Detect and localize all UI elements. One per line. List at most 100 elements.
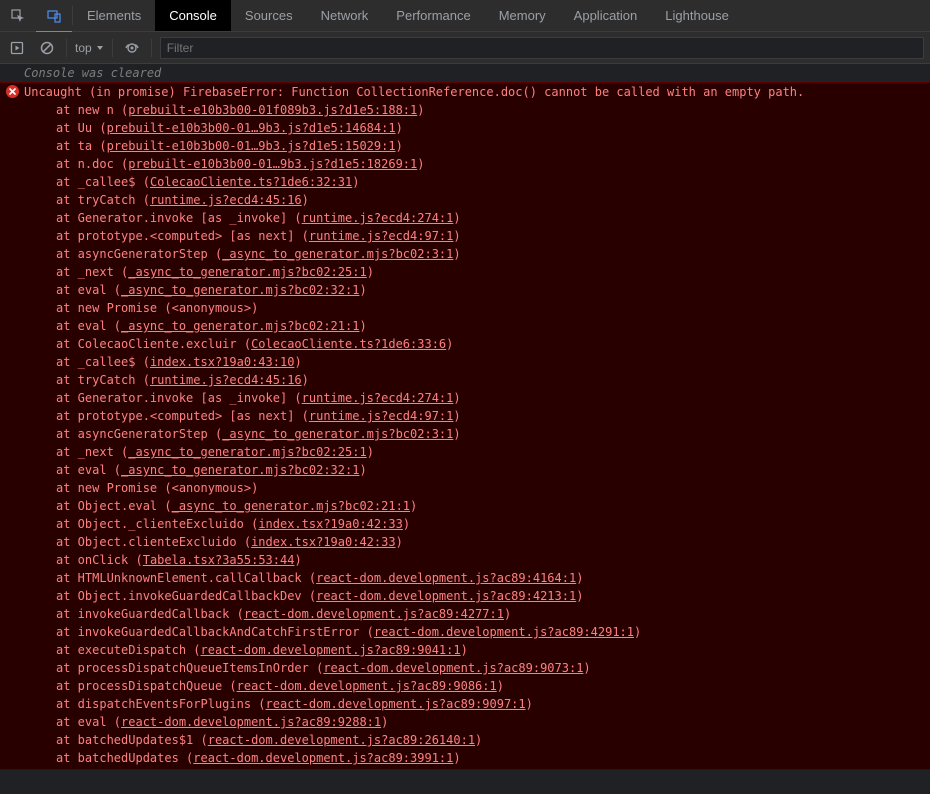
inspect-icon[interactable] xyxy=(0,0,36,31)
stack-location-link[interactable]: _async_to_generator.mjs?bc02:32:1 xyxy=(121,283,359,297)
stack-frame: at tryCatch (runtime.js?ecd4:45:16) xyxy=(24,371,922,389)
tab-application[interactable]: Application xyxy=(560,0,652,31)
tab-network[interactable]: Network xyxy=(307,0,383,31)
stack-frame: at Uu (prebuilt-e10b3b00-01…9b3.js?d1e5:… xyxy=(24,119,922,137)
stack-frame: at _callee$ (index.tsx?19a0:43:10) xyxy=(24,353,922,371)
devtools-tabbar: ElementsConsoleSourcesNetworkPerformance… xyxy=(0,0,930,32)
toolbar-divider xyxy=(66,39,67,57)
live-expression-icon[interactable] xyxy=(121,37,143,59)
stack-location-link[interactable]: index.tsx?19a0:42:33 xyxy=(258,517,403,531)
stack-location-link[interactable]: react-dom.development.js?ac89:9041:1 xyxy=(201,643,461,657)
tab-sources[interactable]: Sources xyxy=(231,0,307,31)
stack-frame: at processDispatchQueue (react-dom.devel… xyxy=(24,677,922,695)
stack-frame: at new Promise (<anonymous>) xyxy=(24,479,922,497)
run-icon[interactable] xyxy=(6,37,28,59)
stack-location-link[interactable]: _async_to_generator.mjs?bc02:3:1 xyxy=(222,427,453,441)
stack-frame: at _next (_async_to_generator.mjs?bc02:2… xyxy=(24,443,922,461)
stack-frame: at Object.eval (_async_to_generator.mjs?… xyxy=(24,497,922,515)
stack-location-link[interactable]: prebuilt-e10b3b00-01f089b3.js?d1e5:188:1 xyxy=(128,103,417,117)
stack-frame: at Object.invokeGuardedCallbackDev (reac… xyxy=(24,587,922,605)
stack-frame: at batchedUpdates$1 (react-dom.developme… xyxy=(24,731,922,749)
stack-location-link[interactable]: _async_to_generator.mjs?bc02:3:1 xyxy=(222,247,453,261)
console-output: Console was cleared Uncaught (in promise… xyxy=(0,64,930,794)
stack-location-link[interactable]: _async_to_generator.mjs?bc02:32:1 xyxy=(121,463,359,477)
stack-location-link[interactable]: index.tsx?19a0:43:10 xyxy=(150,355,295,369)
stack-frame: at eval (_async_to_generator.mjs?bc02:21… xyxy=(24,317,922,335)
stack-location-link[interactable]: react-dom.development.js?ac89:4291:1 xyxy=(374,625,634,639)
console-cleared-message: Console was cleared xyxy=(0,64,930,82)
stack-frame: at asyncGeneratorStep (_async_to_generat… xyxy=(24,245,922,263)
filter-input[interactable] xyxy=(160,37,924,59)
stack-frame: at Generator.invoke [as _invoke] (runtim… xyxy=(24,209,922,227)
stack-frame: at tryCatch (runtime.js?ecd4:45:16) xyxy=(24,191,922,209)
stack-location-link[interactable]: runtime.js?ecd4:274:1 xyxy=(302,211,454,225)
stack-location-link[interactable]: _async_to_generator.mjs?bc02:25:1 xyxy=(128,265,366,279)
stack-location: <anonymous> xyxy=(172,481,251,495)
tab-elements[interactable]: Elements xyxy=(73,0,155,31)
context-selector-label: top xyxy=(75,41,92,55)
stack-location-link[interactable]: ColecaoCliente.ts?1de6:32:31 xyxy=(150,175,352,189)
stack-location-link[interactable]: _async_to_generator.mjs?bc02:21:1 xyxy=(121,319,359,333)
tab-lighthouse[interactable]: Lighthouse xyxy=(651,0,743,31)
stack-frame: at processDispatchQueueItemsInOrder (rea… xyxy=(24,659,922,677)
stack-location-link[interactable]: runtime.js?ecd4:45:16 xyxy=(150,193,302,207)
stack-frame: at executeDispatch (react-dom.developmen… xyxy=(24,641,922,659)
tab-console[interactable]: Console xyxy=(155,0,231,31)
stack-location-link[interactable]: Tabela.tsx?3a55:53:44 xyxy=(143,553,295,567)
stack-location-link[interactable]: prebuilt-e10b3b00-01…9b3.js?d1e5:18269:1 xyxy=(128,157,417,171)
stack-frame: at ColecaoCliente.excluir (ColecaoClient… xyxy=(24,335,922,353)
stack-frame: at HTMLUnknownElement.callCallback (reac… xyxy=(24,569,922,587)
stack-location-link[interactable]: prebuilt-e10b3b00-01…9b3.js?d1e5:14684:1 xyxy=(107,121,396,135)
stack-frame: at invokeGuardedCallback (react-dom.deve… xyxy=(24,605,922,623)
tab-memory[interactable]: Memory xyxy=(485,0,560,31)
stack-location-link[interactable]: react-dom.development.js?ac89:3991:1 xyxy=(193,751,453,765)
stack-frame: at dispatchEventsForPlugins (react-dom.d… xyxy=(24,695,922,713)
stack-location-link[interactable]: runtime.js?ecd4:97:1 xyxy=(309,229,454,243)
stack-location-link[interactable]: react-dom.development.js?ac89:4277:1 xyxy=(244,607,504,621)
device-toggle-icon[interactable] xyxy=(36,0,72,32)
stack-frame: at Object.clienteExcluido (index.tsx?19a… xyxy=(24,533,922,551)
stack-location: <anonymous> xyxy=(172,301,251,315)
toolbar-divider xyxy=(112,39,113,57)
stack-frame: at Object._clienteExcluido (index.tsx?19… xyxy=(24,515,922,533)
stack-location-link[interactable]: react-dom.development.js?ac89:4213:1 xyxy=(316,589,576,603)
stack-frame: at eval (_async_to_generator.mjs?bc02:32… xyxy=(24,281,922,299)
stack-location-link[interactable]: ColecaoCliente.ts?1de6:33:6 xyxy=(251,337,446,351)
context-selector[interactable]: top xyxy=(75,41,104,55)
stack-location-link[interactable]: react-dom.development.js?ac89:9073:1 xyxy=(323,661,583,675)
error-message: Uncaught (in promise) FirebaseError: Fun… xyxy=(24,83,922,101)
stack-frame: at ta (prebuilt-e10b3b00-01…9b3.js?d1e5:… xyxy=(24,137,922,155)
stack-location-link[interactable]: react-dom.development.js?ac89:9086:1 xyxy=(237,679,497,693)
stack-location-link[interactable]: runtime.js?ecd4:274:1 xyxy=(302,391,454,405)
error-icon xyxy=(6,85,19,98)
stack-location-link[interactable]: prebuilt-e10b3b00-01…9b3.js?d1e5:15029:1 xyxy=(107,139,396,153)
stack-location-link[interactable]: react-dom.development.js?ac89:9097:1 xyxy=(266,697,526,711)
stack-frame: at _callee$ (ColecaoCliente.ts?1de6:32:3… xyxy=(24,173,922,191)
stack-frame: at n.doc (prebuilt-e10b3b00-01…9b3.js?d1… xyxy=(24,155,922,173)
stack-frame: at onClick (Tabela.tsx?3a55:53:44) xyxy=(24,551,922,569)
console-toolbar: top xyxy=(0,32,930,64)
stack-frame: at asyncGeneratorStep (_async_to_generat… xyxy=(24,425,922,443)
console-error: Uncaught (in promise) FirebaseError: Fun… xyxy=(0,82,930,770)
stack-location-link[interactable]: _async_to_generator.mjs?bc02:21:1 xyxy=(172,499,410,513)
stack-location-link[interactable]: runtime.js?ecd4:45:16 xyxy=(150,373,302,387)
clear-console-icon[interactable] xyxy=(36,37,58,59)
stack-location-link[interactable]: react-dom.development.js?ac89:4164:1 xyxy=(316,571,576,585)
stack-frame: at prototype.<computed> [as next] (runti… xyxy=(24,407,922,425)
stack-frame: at new n (prebuilt-e10b3b00-01f089b3.js?… xyxy=(24,101,922,119)
stack-frame: at Generator.invoke [as _invoke] (runtim… xyxy=(24,389,922,407)
tab-performance[interactable]: Performance xyxy=(382,0,484,31)
stack-location-link[interactable]: react-dom.development.js?ac89:9288:1 xyxy=(121,715,381,729)
stack-location-link[interactable]: index.tsx?19a0:42:33 xyxy=(251,535,396,549)
stack-location-link[interactable]: react-dom.development.js?ac89:26140:1 xyxy=(208,733,475,747)
stack-frame: at _next (_async_to_generator.mjs?bc02:2… xyxy=(24,263,922,281)
stack-frame: at eval (_async_to_generator.mjs?bc02:32… xyxy=(24,461,922,479)
stack-frame: at prototype.<computed> [as next] (runti… xyxy=(24,227,922,245)
stack-frame: at batchedUpdates (react-dom.development… xyxy=(24,749,922,767)
stack-frame: at new Promise (<anonymous>) xyxy=(24,299,922,317)
chevron-down-icon xyxy=(96,44,104,52)
stack-location-link[interactable]: runtime.js?ecd4:97:1 xyxy=(309,409,454,423)
stack-frame: at invokeGuardedCallbackAndCatchFirstErr… xyxy=(24,623,922,641)
toolbar-divider xyxy=(151,39,152,57)
stack-location-link[interactable]: _async_to_generator.mjs?bc02:25:1 xyxy=(128,445,366,459)
